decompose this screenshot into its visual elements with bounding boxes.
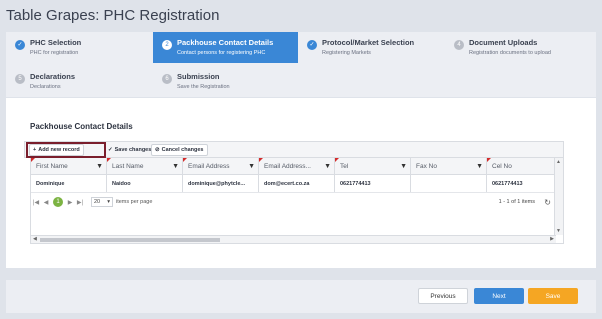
refresh-icon[interactable]: ↻ <box>544 198 551 207</box>
table-cell[interactable]: 0621774413 <box>487 175 555 192</box>
cancel-icon: ⊘ <box>155 147 160 153</box>
check-icon: ✓ <box>307 40 317 50</box>
next-button[interactable]: Next <box>474 288 524 304</box>
table-row[interactable]: Dominique Naidoo dominique@phytcle... do… <box>31 175 555 193</box>
step-title: Document Uploads <box>469 38 538 47</box>
grid-pager: |◀ ◀ 1 ▶ ▶| 20 ▾ items per page 1 - 1 of… <box>31 194 555 210</box>
filter-icon[interactable]: ▼ <box>324 163 331 170</box>
previous-button[interactable]: Previous <box>418 288 468 304</box>
wizard-steps: ✓ PHC Selection PHC for registration 2 P… <box>6 32 596 97</box>
cancel-changes-button[interactable]: ⊘ Cancel changes <box>151 144 208 156</box>
step-title: Packhouse Contact Details <box>177 38 274 47</box>
column-header[interactable]: Fax No ▼ <box>411 158 487 174</box>
table-cell[interactable]: Dominique <box>31 175 107 192</box>
save-button[interactable]: Save <box>528 288 578 304</box>
step-subtitle: Contact persons for registering PHC <box>177 50 266 56</box>
items-per-page-label: items per page <box>116 199 153 205</box>
filter-icon[interactable]: ▼ <box>96 163 103 170</box>
step-packhouse-contact-details[interactable]: 2 Packhouse Contact Details Contact pers… <box>153 32 298 63</box>
panel-title: Packhouse Contact Details <box>30 122 133 131</box>
contacts-grid: First Name ▼ Last Name ▼ Email Address ▼ Em… <box>30 158 564 244</box>
step-title: Protocol/Market Selection <box>322 38 415 47</box>
scroll-thumb[interactable] <box>40 238 220 242</box>
step-subtitle: Registration documents to upload <box>469 50 551 56</box>
highlight-box <box>26 142 106 158</box>
next-page-button[interactable]: ▶ <box>65 199 75 206</box>
check-icon: ✓ <box>15 40 25 50</box>
column-header[interactable]: Email Address... ▼ <box>259 158 335 174</box>
step-number: 4 <box>454 40 464 50</box>
step-subtitle: Save the Registration <box>177 84 230 90</box>
contact-details-panel: Packhouse Contact Details + Add new reco… <box>6 98 596 268</box>
page-title: Table Grapes: PHC Registration <box>6 7 220 24</box>
current-page[interactable]: 1 <box>53 197 63 207</box>
step-subtitle: Registering Markets <box>322 50 371 56</box>
step-number: 5 <box>15 74 25 84</box>
table-cell[interactable]: dom@ecert.co.za <box>259 175 335 192</box>
column-header[interactable]: Last Name ▼ <box>107 158 183 174</box>
table-cell[interactable] <box>411 175 487 192</box>
cancel-changes-label: Cancel changes <box>161 147 204 153</box>
vertical-scrollbar[interactable]: ▲ ▼ <box>554 158 563 235</box>
grid-header: First Name ▼ Last Name ▼ Email Address ▼ Em… <box>31 158 555 175</box>
wizard-footer: Previous Next Save <box>6 280 596 313</box>
scroll-right-icon[interactable]: ▶ <box>550 236 554 242</box>
items-count: 1 - 1 of 1 items <box>498 199 535 205</box>
step-declarations[interactable]: 5 Declarations Declarations <box>6 66 153 97</box>
column-header[interactable]: Cel No <box>487 158 555 174</box>
column-header[interactable]: Email Address ▼ <box>183 158 259 174</box>
chevron-down-icon: ▾ <box>107 199 110 205</box>
step-subtitle: PHC for registration <box>30 50 79 56</box>
horizontal-scrollbar[interactable]: ◀ ▶ <box>31 235 556 243</box>
column-header[interactable]: Tel ▼ <box>335 158 411 174</box>
table-cell[interactable]: Naidoo <box>107 175 183 192</box>
step-subtitle: Declarations <box>30 84 61 90</box>
step-phc-selection[interactable]: ✓ PHC Selection PHC for registration <box>6 32 153 63</box>
filter-icon[interactable]: ▼ <box>172 163 179 170</box>
save-changes-label: Save changes <box>114 147 152 153</box>
step-title: Declarations <box>30 72 76 81</box>
scroll-left-icon[interactable]: ◀ <box>33 236 37 242</box>
step-submission[interactable]: 6 Submission Save the Registration <box>153 66 298 97</box>
prev-page-button[interactable]: ◀ <box>41 199 51 206</box>
step-title: Submission <box>177 72 220 81</box>
check-icon: ✓ <box>108 147 113 153</box>
step-protocol-market-selection[interactable]: ✓ Protocol/Market Selection Registering … <box>298 32 445 63</box>
first-page-button[interactable]: |◀ <box>31 199 41 206</box>
table-cell[interactable]: dominique@phytcle... <box>183 175 259 192</box>
scroll-down-icon[interactable]: ▼ <box>556 228 561 234</box>
save-changes-button[interactable]: ✓ Save changes <box>105 144 154 156</box>
page-size-select[interactable]: 20 ▾ <box>91 197 113 207</box>
table-cell[interactable]: 0621774413 <box>335 175 411 192</box>
filter-icon[interactable]: ▼ <box>476 163 483 170</box>
step-number: 2 <box>162 40 172 50</box>
column-header[interactable]: First Name ▼ <box>31 158 107 174</box>
filter-icon[interactable]: ▼ <box>400 163 407 170</box>
scroll-up-icon[interactable]: ▲ <box>556 159 561 165</box>
step-number: 6 <box>162 74 172 84</box>
filter-icon[interactable]: ▼ <box>248 163 255 170</box>
step-document-uploads[interactable]: 4 Document Uploads Registration document… <box>445 32 596 63</box>
step-title: PHC Selection <box>30 38 82 47</box>
last-page-button[interactable]: ▶| <box>75 199 85 206</box>
